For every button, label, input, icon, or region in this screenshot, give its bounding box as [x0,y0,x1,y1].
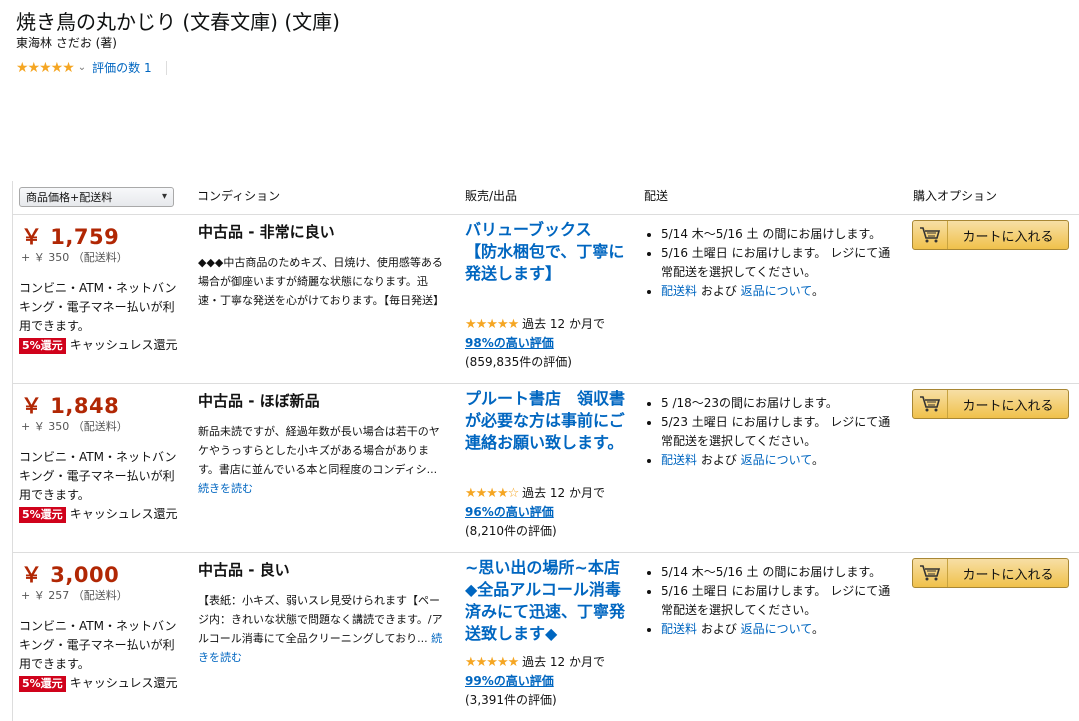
condition-description: 新品未読ですが、経過年数が長い場合は若干のヤケやうっすらとした小キズがある場合が… [198,422,443,498]
header-seller: 販売/出品 [465,189,518,203]
add-to-cart-button[interactable]: カートに入れる [912,558,1069,588]
seller-name-link[interactable]: プルート書店 領収書が必要な方は事前にご連絡お願い致します。 [465,388,625,454]
shipping-fee-link[interactable]: 配送料 [661,453,697,467]
star-rating-icon: ★★★★★ [465,317,519,332]
payment-info: コンビニ・ATM・ネットバンキング・電子マネー払いが利用できます。 5%還元 キャ… [19,279,179,355]
sort-select-value: 商品価格+配送料 [26,191,113,204]
cart-icon [913,221,948,249]
returns-link[interactable]: 返品について [741,453,812,467]
seller-positive-link[interactable]: 98%の高い評価 [465,336,554,350]
delivery-end-text: 。 [811,453,824,467]
read-more-link[interactable]: 続きを読む [198,482,253,495]
divider [165,60,167,75]
shipping-fee-link[interactable]: 配送料 [661,622,697,636]
condition-text: 新品未読ですが、経過年数が長い場合は若干のヤケやうっすらとした小キズがある場合が… [198,425,440,476]
payment-info: コンビニ・ATM・ネットバンキング・電子マネー払いが利用できます。 5%還元 キャ… [19,617,179,693]
sort-select[interactable]: 商品価格+配送料 ▾ [19,187,174,207]
delivery-option: 5/23 土曜日 にお届けします。 レジにて通常配送を選択してください。 [661,413,895,451]
seller-rating-text: 過去 12 か月で [522,317,606,331]
delivery-end-text: 。 [811,622,824,636]
payment-text: コンビニ・ATM・ネットバンキング・電子マネー払いが利用できます。 [19,619,177,671]
chevron-down-icon: ▾ [161,191,167,202]
returns-link[interactable]: 返品について [741,622,812,636]
delivery-info: 5/14 木～5/16 土 の間にお届けします。 5/16 土曜日 にお届けしま… [645,225,895,301]
delivery-links: 配送料 および 返品について。 [661,620,895,639]
delivery-window: 5/14 木～5/16 土 の間にお届けします。 [661,563,895,582]
offer-shipping: + ￥ 257 （配送料） [21,589,128,602]
add-to-cart-button[interactable]: カートに入れる [912,220,1069,250]
offer-shipping: + ￥ 350 （配送料） [21,420,128,433]
offer-row: ￥ 3,000 + ￥ 257 （配送料） コンビニ・ATM・ネットバンキング・… [13,552,1079,721]
cashback-badge: 5%還元 [19,338,66,354]
header-condition: コンディション [197,189,281,203]
condition-description: 【表紙：小キズ、弱いスレ見受けられます【ページ内：きれいな状態で問題なく講読でき… [198,591,443,667]
shipping-fee-link[interactable]: 配送料 [661,284,697,298]
add-to-cart-button[interactable]: カートに入れる [912,389,1069,419]
cart-icon [913,390,948,418]
product-rating: ★★★★★ ⌄ 評価の数 1 [16,59,167,76]
seller-rating-count: (859,835件の評価) [465,355,572,369]
delivery-window: 5/14 木～5/16 土 の間にお届けします。 [661,225,895,244]
condition-text: ◆◆◆中古商品のためキズ、日焼け、使用感等ある場合が御座いますが綺麗な状態になり… [198,256,445,307]
seller-rating: ★★★★★ 過去 12 か月で 98%の高い評価 (859,835件の評価) [465,315,625,372]
seller-rating: ★★★★☆ 過去 12 か月で 96%の高い評価 (8,210件の評価) [465,484,625,541]
offer-table-header: 商品価格+配送料 ▾ コンディション 販売/出品 配送 購入オプション [0,181,1079,215]
seller-name-link[interactable]: ~思い出の場所~本店 ◆全品アルコール消毒済みにて迅速、丁寧発送致します◆ [465,557,625,645]
product-author[interactable]: 東海林 さだお (著) [16,34,117,51]
offer-price: ￥ 3,000 [21,563,120,587]
seller-rating-count: (3,391件の評価) [465,693,557,707]
delivery-option: 5/16 土曜日 にお届けします。 レジにて通常配送を選択してください。 [661,582,895,620]
rating-count-link[interactable]: 評価の数 1 [92,59,151,76]
seller-rating: ★★★★★ 過去 12 か月で 99%の高い評価 (3,391件の評価) [465,653,625,710]
offer-row: ￥ 1,759 + ￥ 350 （配送料） コンビニ・ATM・ネットバンキング・… [13,214,1079,383]
cashless-text: キャッシュレス還元 [69,338,178,352]
delivery-end-text: 。 [811,284,824,298]
seller-rating-text: 過去 12 か月で [522,655,606,669]
delivery-window: 5 /18～23の間にお届けします。 [661,394,895,413]
cashback-badge: 5%還元 [19,507,66,523]
offer-condition: 中古品 - 非常に良い [198,223,335,241]
product-title: 焼き鳥の丸かじり (文春文庫) (文庫) [16,10,340,34]
cashback-badge: 5%還元 [19,676,66,692]
payment-info: コンビニ・ATM・ネットバンキング・電子マネー払いが利用できます。 5%還元 キャ… [19,448,179,524]
seller-positive-link[interactable]: 96%の高い評価 [465,505,554,519]
header-buy-options: 購入オプション [913,189,998,203]
star-rating-icon[interactable]: ★★★★★ [16,61,75,75]
delivery-and-text: および [697,622,741,636]
payment-text: コンビニ・ATM・ネットバンキング・電子マネー払いが利用できます。 [19,281,177,333]
delivery-and-text: および [697,284,741,298]
cashless-text: キャッシュレス還元 [69,676,178,690]
offer-shipping: + ￥ 350 （配送料） [21,251,128,264]
condition-text: 【表紙：小キズ、弱いスレ見受けられます【ページ内：きれいな状態で問題なく講読でき… [198,594,443,645]
delivery-info: 5/14 木～5/16 土 の間にお届けします。 5/16 土曜日 にお届けしま… [645,563,895,639]
offer-condition: 中古品 - ほぼ新品 [198,392,320,410]
add-to-cart-label: カートに入れる [962,398,1054,414]
offer-condition: 中古品 - 良い [198,561,290,579]
cashless-text: キャッシュレス還元 [69,507,178,521]
star-rating-icon: ★★★★★ [465,655,519,670]
header-delivery: 配送 [644,189,669,203]
chevron-down-icon[interactable]: ⌄ [78,62,86,73]
cart-icon [913,559,948,587]
delivery-info: 5 /18～23の間にお届けします。 5/23 土曜日 にお届けします。 レジに… [645,394,895,470]
offer-price: ￥ 1,848 [21,394,120,418]
condition-description: ◆◆◆中古商品のためキズ、日焼け、使用感等ある場合が御座いますが綺麗な状態になり… [198,253,445,310]
seller-name-link[interactable]: バリューブックス 【防水梱包で、丁寧に発送します】 [465,219,625,285]
delivery-option: 5/16 土曜日 にお届けします。 レジにて通常配送を選択してください。 [661,244,895,282]
delivery-links: 配送料 および 返品について。 [661,451,895,470]
add-to-cart-label: カートに入れる [962,229,1054,245]
seller-rating-text: 過去 12 か月で [522,486,606,500]
delivery-and-text: および [697,453,741,467]
offer-price: ￥ 1,759 [21,225,120,249]
returns-link[interactable]: 返品について [741,284,812,298]
payment-text: コンビニ・ATM・ネットバンキング・電子マネー払いが利用できます。 [19,450,177,502]
seller-positive-link[interactable]: 99%の高い評価 [465,674,554,688]
delivery-links: 配送料 および 返品について。 [661,282,895,301]
add-to-cart-label: カートに入れる [962,567,1054,583]
seller-rating-count: (8,210件の評価) [465,524,557,538]
star-rating-icon: ★★★★☆ [465,486,519,501]
offer-row: ￥ 1,848 + ￥ 350 （配送料） コンビニ・ATM・ネットバンキング・… [13,383,1079,552]
